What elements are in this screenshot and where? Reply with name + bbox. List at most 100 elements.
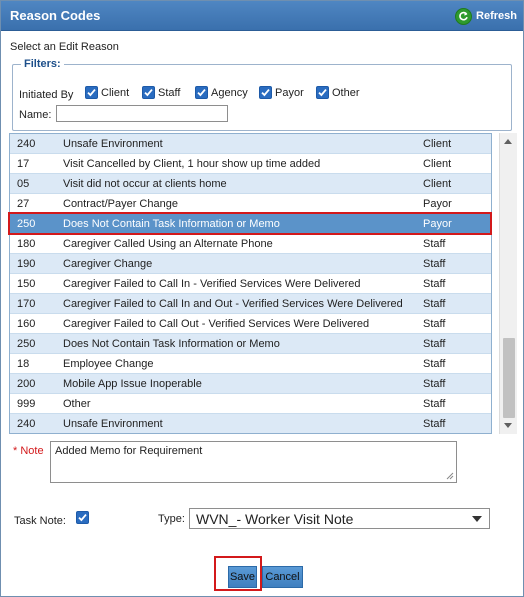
reason-codes-list: 240 Unsafe Environment Client 17 Visit Cance… (9, 133, 492, 434)
reason-code-cell: 190 (17, 258, 36, 270)
filter-payor-checkbox[interactable] (259, 86, 272, 99)
initiated-by-cell: Payor (423, 198, 452, 210)
initiated-by-cell: Payor (423, 218, 452, 230)
reason-description-cell: Caregiver Change (63, 258, 153, 270)
task-note-checkbox[interactable] (76, 511, 89, 524)
table-row[interactable]: 170 Caregiver Failed to Call In and Out -… (10, 294, 491, 314)
table-row[interactable]: 160 Caregiver Failed to Call Out - Verifi… (10, 314, 491, 334)
initiated-by-cell: Staff (423, 318, 446, 330)
table-row[interactable]: 180 Caregiver Called Using an Alternate P… (10, 234, 491, 254)
initiated-by-cell: Client (423, 138, 452, 150)
type-label: Type: (158, 513, 185, 525)
name-filter-label: Name: (19, 109, 52, 121)
table-row[interactable]: 05 Visit did not occur at clients home Cli… (10, 174, 491, 194)
reason-description-cell: Does Not Contain Task Information or Mem… (63, 338, 280, 350)
list-scrollbar[interactable] (499, 133, 517, 434)
save-button[interactable]: Save (228, 566, 257, 588)
refresh-icon (455, 7, 473, 25)
initiated-by-cell: Staff (423, 398, 446, 410)
reason-code-cell: 170 (17, 298, 36, 310)
filter-other-label: Other (332, 86, 360, 99)
reason-description-cell: Visit Cancelled by Client, 1 hour show u… (63, 158, 321, 170)
note-label-text: Note (20, 445, 44, 457)
reason-description-cell: Visit did not occur at clients home (63, 178, 227, 190)
reason-code-cell: 05 (17, 178, 30, 190)
dialog-title-bar: Reason Codes Refresh (1, 1, 523, 31)
reason-description-cell: Caregiver Failed to Call In and Out - Ve… (63, 298, 403, 310)
required-marker: * (13, 445, 18, 457)
initiated-by-label: Initiated By (19, 89, 74, 101)
reason-code-cell: 27 (17, 198, 30, 210)
reason-codes-dialog: Reason Codes Refresh Select an Edit Reas… (0, 0, 524, 597)
dialog-subtitle: Select an Edit Reason (10, 41, 119, 53)
scroll-down-icon[interactable] (504, 423, 512, 428)
dialog-title: Reason Codes (10, 8, 101, 23)
reason-description-cell: Contract/Payer Change (63, 198, 178, 210)
reason-code-cell: 240 (17, 418, 36, 430)
note-text: Added Memo for Requirement (55, 445, 203, 457)
reason-description-cell: Caregiver Failed to Call Out - Verified … (63, 318, 370, 330)
initiated-by-cell: Staff (423, 358, 446, 370)
reason-code-cell: 160 (17, 318, 36, 330)
filter-staff-checkbox[interactable] (142, 86, 155, 99)
filter-client[interactable]: Client (85, 86, 129, 99)
table-row[interactable]: 250 Does Not Contain Task Information or … (10, 214, 491, 234)
refresh-label: Refresh (476, 10, 517, 22)
table-row[interactable]: 200 Mobile App Issue Inoperable Staff (10, 374, 491, 394)
filter-client-label: Client (101, 86, 130, 99)
filter-agency-checkbox[interactable] (195, 86, 208, 99)
reason-description-cell: Employee Change (63, 358, 154, 370)
reason-description-cell: Caregiver Failed to Call In - Verified S… (63, 278, 361, 290)
reason-code-cell: 250 (17, 218, 36, 230)
reason-code-cell: 999 (17, 398, 36, 410)
chevron-down-icon (472, 516, 482, 522)
reason-description-cell: Unsafe Environment (63, 138, 163, 150)
filters-legend: Filters: (21, 58, 64, 70)
table-row[interactable]: 150 Caregiver Failed to Call In - Verifie… (10, 274, 491, 294)
scroll-thumb[interactable] (503, 338, 515, 418)
filter-client-checkbox[interactable] (85, 86, 98, 99)
reason-description-cell: Unsafe Environment (63, 418, 163, 430)
table-row[interactable]: 27 Contract/Payer Change Payor (10, 194, 491, 214)
reason-description-cell: Does Not Contain Task Information or Mem… (63, 218, 280, 230)
reason-code-cell: 200 (17, 378, 36, 390)
filter-agency-label: Agency (211, 86, 248, 99)
initiated-by-cell: Client (423, 178, 452, 190)
note-label: * Note (13, 445, 44, 457)
filter-payor-label: Payor (275, 86, 304, 99)
refresh-button[interactable]: Refresh (455, 6, 517, 26)
reason-code-cell: 18 (17, 358, 30, 370)
filter-other-checkbox[interactable] (316, 86, 329, 99)
reason-code-cell: 250 (17, 338, 36, 350)
filters-group: Filters: Initiated By Client Staff Agenc… (12, 58, 512, 131)
table-row[interactable]: 17 Visit Cancelled by Client, 1 hour show… (10, 154, 491, 174)
initiated-by-cell: Staff (423, 418, 446, 430)
initiated-by-cell: Staff (423, 258, 446, 270)
initiated-by-cell: Staff (423, 378, 446, 390)
table-row[interactable]: 999 Other Staff (10, 394, 491, 414)
scroll-up-icon[interactable] (504, 139, 512, 144)
initiated-by-cell: Staff (423, 278, 446, 290)
filter-staff[interactable]: Staff (142, 86, 180, 99)
table-row[interactable]: 18 Employee Change Staff (10, 354, 491, 374)
filter-other[interactable]: Other (316, 86, 360, 99)
note-textarea[interactable]: Added Memo for Requirement (50, 441, 457, 483)
name-filter-input[interactable] (56, 105, 228, 122)
cancel-button[interactable]: Cancel (262, 566, 303, 588)
reason-description-cell: Mobile App Issue Inoperable (63, 378, 202, 390)
table-row[interactable]: 240 Unsafe Environment Client (10, 134, 491, 154)
resize-grip-icon[interactable] (445, 471, 454, 480)
filter-payor[interactable]: Payor (259, 86, 304, 99)
table-row[interactable]: 250 Does Not Contain Task Information or … (10, 334, 491, 354)
table-row[interactable]: 240 Unsafe Environment Staff (10, 414, 491, 433)
initiated-by-cell: Staff (423, 338, 446, 350)
filter-agency[interactable]: Agency (195, 86, 248, 99)
type-select[interactable]: WVN_- Worker Visit Note (189, 508, 490, 529)
reason-code-cell: 17 (17, 158, 30, 170)
table-row[interactable]: 190 Caregiver Change Staff (10, 254, 491, 274)
initiated-by-cell: Staff (423, 238, 446, 250)
initiated-by-cell: Client (423, 158, 452, 170)
reason-code-cell: 180 (17, 238, 36, 250)
reason-description-cell: Caregiver Called Using an Alternate Phon… (63, 238, 273, 250)
reason-code-cell: 240 (17, 138, 36, 150)
